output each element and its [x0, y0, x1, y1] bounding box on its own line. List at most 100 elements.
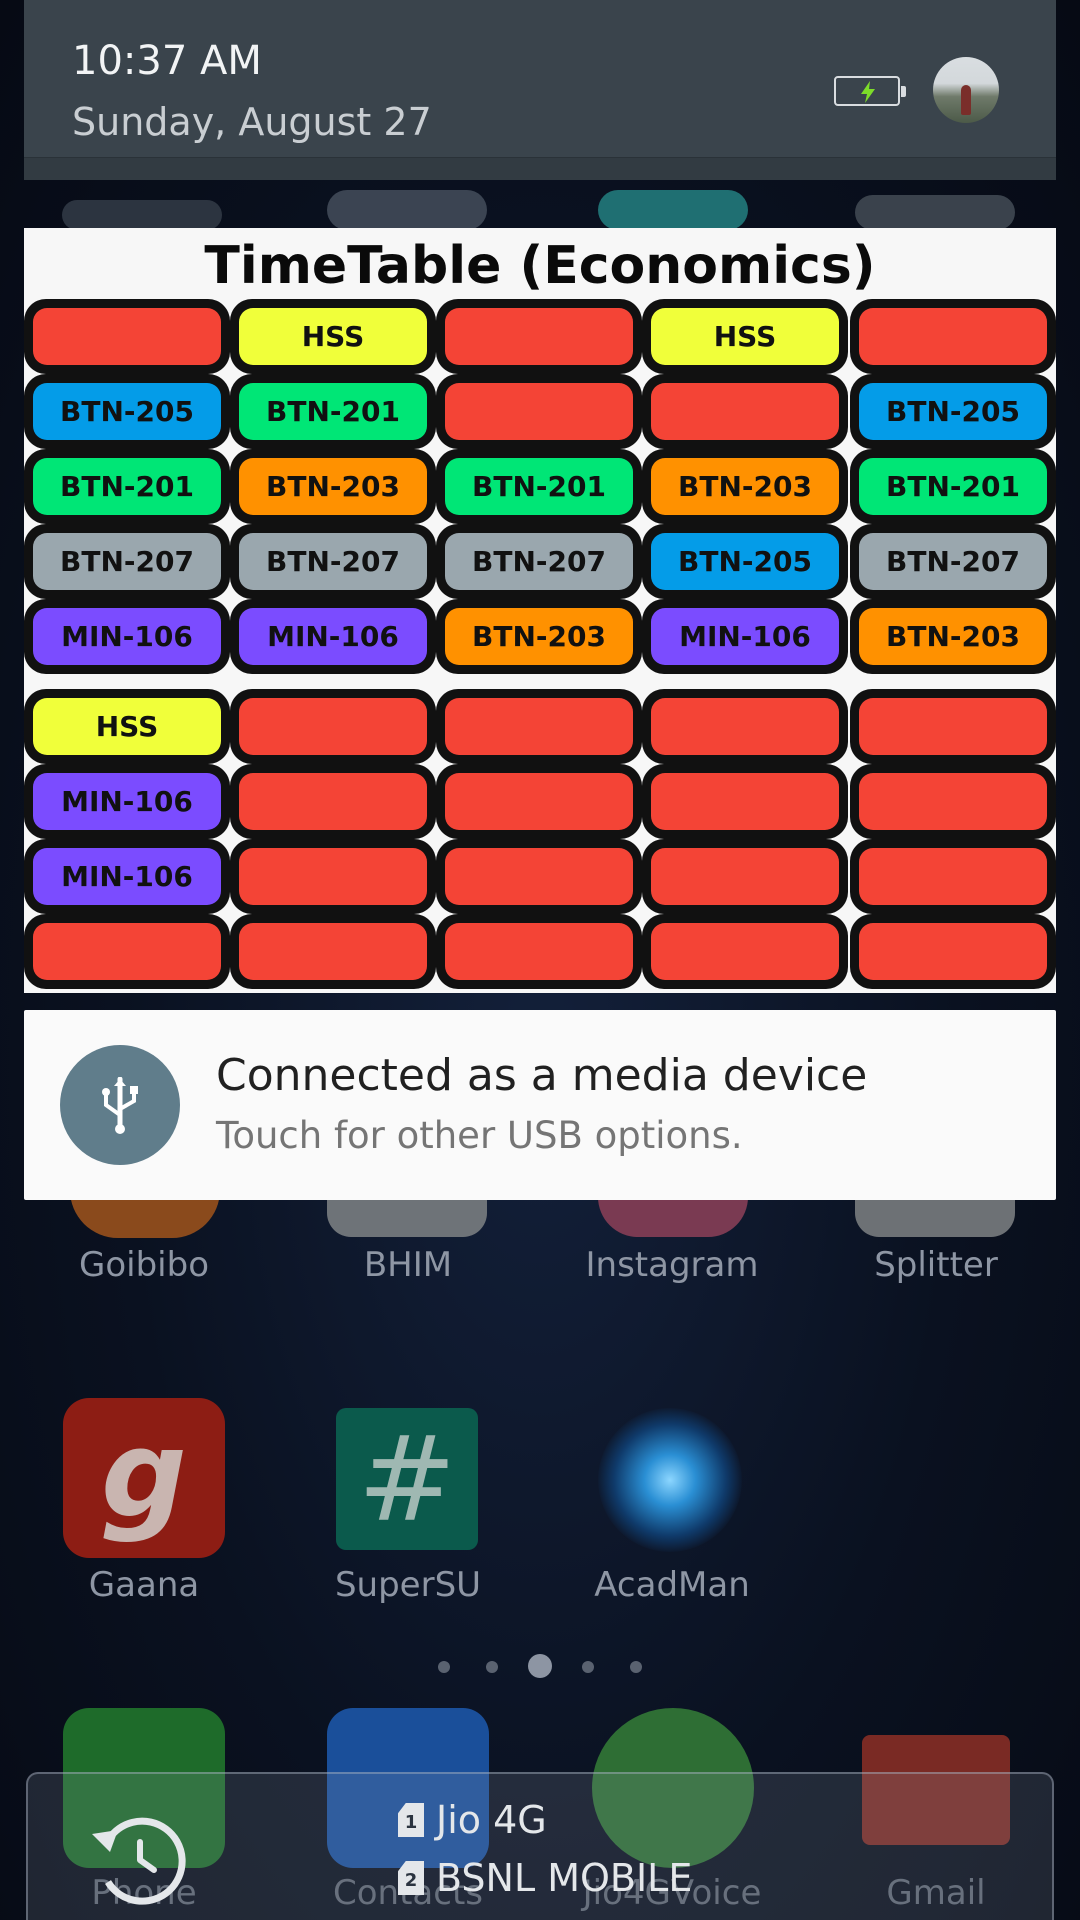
timetable-widget[interactable]: TimeTable (Economics) HSS HSS BTN-205 BTN-2…: [24, 228, 1056, 993]
timetable-row: MIN-106: [24, 764, 1056, 839]
timetable-cell[interactable]: [436, 689, 642, 764]
timetable-cell[interactable]: [642, 839, 848, 914]
sim-card-icon: 2: [398, 1861, 424, 1895]
page-dot[interactable]: [630, 1661, 642, 1673]
timetable-cell[interactable]: BTN-203: [642, 449, 848, 524]
timetable-cell-label: [651, 848, 839, 905]
instagram-icon[interactable]: [598, 1195, 748, 1237]
usb-notification[interactable]: Connected as a media device Touch for ot…: [24, 1010, 1056, 1200]
timetable-cell[interactable]: MIN-106: [642, 599, 848, 674]
refresh-icon[interactable]: [78, 1804, 198, 1919]
date[interactable]: Sunday, August 27: [72, 100, 432, 144]
page-dot[interactable]: [438, 1661, 450, 1673]
app-label-splitter[interactable]: Splitter: [826, 1245, 1046, 1285]
timetable-cell[interactable]: [850, 839, 1056, 914]
timetable-cell[interactable]: [436, 839, 642, 914]
timetable-cell[interactable]: BTN-207: [436, 524, 642, 599]
timetable-cell[interactable]: [850, 914, 1056, 989]
sim-panel[interactable]: 1 Jio 4G 2 BSNL MOBILE: [26, 1772, 1054, 1920]
timetable-cell[interactable]: MIN-106: [230, 599, 436, 674]
status-header: 10:37 AM Sunday, August 27: [24, 0, 1056, 180]
sim-card-icon: 1: [398, 1803, 424, 1837]
timetable-cell[interactable]: HSS: [24, 689, 230, 764]
timetable-cell[interactable]: BTN-203: [850, 599, 1056, 674]
page-dot[interactable]: [486, 1661, 498, 1673]
timetable-cell-label: [445, 308, 633, 365]
timetable-cell[interactable]: MIN-106: [24, 764, 230, 839]
timetable-cell[interactable]: BTN-201: [436, 449, 642, 524]
timetable-cell[interactable]: [24, 299, 230, 374]
timetable-cell-label: [239, 848, 427, 905]
timetable-cell[interactable]: BTN-201: [230, 374, 436, 449]
timetable-cell[interactable]: BTN-205: [24, 374, 230, 449]
timetable-cell-label: [445, 848, 633, 905]
usb-icon: [60, 1045, 180, 1165]
app-icon-hidden-4: [855, 195, 1015, 230]
splitter-icon[interactable]: [855, 1195, 1015, 1237]
app-label-instagram[interactable]: Instagram: [562, 1245, 782, 1285]
timetable-cell[interactable]: [24, 914, 230, 989]
app-label-bhim[interactable]: BHIM: [298, 1245, 518, 1285]
gaana-icon[interactable]: g: [63, 1398, 225, 1558]
app-label-goibibo[interactable]: Goibibo: [34, 1245, 254, 1285]
timetable-cell-label: HSS: [33, 698, 221, 755]
avatar[interactable]: [933, 57, 999, 123]
timetable-cell[interactable]: BTN-207: [24, 524, 230, 599]
timetable-cell-label: BTN-207: [859, 533, 1047, 590]
bhim-icon[interactable]: [327, 1195, 487, 1237]
clock[interactable]: 10:37 AM: [72, 38, 262, 84]
timetable-cell[interactable]: HSS: [642, 299, 848, 374]
timetable-cell[interactable]: [230, 764, 436, 839]
timetable-cell-label: BTN-207: [33, 533, 221, 590]
timetable-cell[interactable]: BTN-203: [230, 449, 436, 524]
sim-2[interactable]: 2 BSNL MOBILE: [398, 1856, 692, 1900]
timetable-cell-label: BTN-201: [33, 458, 221, 515]
sim-1[interactable]: 1 Jio 4G: [398, 1798, 547, 1842]
timetable-cell[interactable]: [642, 914, 848, 989]
acadman-icon[interactable]: [598, 1408, 742, 1552]
timetable-cell-label: HSS: [651, 308, 839, 365]
timetable-cell[interactable]: [436, 764, 642, 839]
timetable-cell[interactable]: MIN-106: [24, 839, 230, 914]
timetable-cell[interactable]: [230, 839, 436, 914]
timetable-row: HSS: [24, 689, 1056, 764]
timetable-cell[interactable]: [230, 914, 436, 989]
page-dot[interactable]: [582, 1661, 594, 1673]
timetable-cell[interactable]: BTN-201: [24, 449, 230, 524]
timetable-cell-label: [33, 308, 221, 365]
supersu-icon[interactable]: #: [336, 1408, 478, 1550]
page-dot-active[interactable]: [528, 1654, 552, 1678]
timetable-cell-label: [239, 923, 427, 980]
timetable-cell-label: [859, 848, 1047, 905]
timetable-cell[interactable]: BTN-207: [230, 524, 436, 599]
timetable-cell[interactable]: [436, 914, 642, 989]
timetable-cell-label: [445, 383, 633, 440]
timetable-cell[interactable]: [850, 764, 1056, 839]
timetable-cell-label: BTN-201: [239, 383, 427, 440]
timetable-cell[interactable]: [436, 374, 642, 449]
timetable-cell[interactable]: [642, 374, 848, 449]
timetable-cell[interactable]: [230, 689, 436, 764]
timetable-cell-label: MIN-106: [33, 608, 221, 665]
timetable-cell-label: BTN-203: [651, 458, 839, 515]
app-label-gaana[interactable]: Gaana: [34, 1565, 254, 1605]
timetable-cell[interactable]: BTN-205: [642, 524, 848, 599]
timetable-cell-label: [33, 923, 221, 980]
timetable-cell[interactable]: BTN-201: [850, 449, 1056, 524]
page-indicator: [0, 1650, 1080, 1680]
timetable-cell-label: [445, 773, 633, 830]
timetable-cell[interactable]: BTN-205: [850, 374, 1056, 449]
timetable-cell[interactable]: [642, 689, 848, 764]
timetable-cell[interactable]: HSS: [230, 299, 436, 374]
timetable-cell[interactable]: [436, 299, 642, 374]
timetable-cell[interactable]: [850, 299, 1056, 374]
app-label-supersu[interactable]: SuperSU: [298, 1565, 518, 1605]
timetable-cell[interactable]: [850, 689, 1056, 764]
timetable-cell[interactable]: BTN-207: [850, 524, 1056, 599]
svg-text:g: g: [101, 1406, 187, 1545]
timetable-cell[interactable]: BTN-203: [436, 599, 642, 674]
app-label-acadman[interactable]: AcadMan: [562, 1565, 782, 1605]
timetable-cell[interactable]: MIN-106: [24, 599, 230, 674]
timetable-cell[interactable]: [642, 764, 848, 839]
timetable-row: BTN-207 BTN-207 BTN-207 BTN-205 BTN-207: [24, 524, 1056, 599]
